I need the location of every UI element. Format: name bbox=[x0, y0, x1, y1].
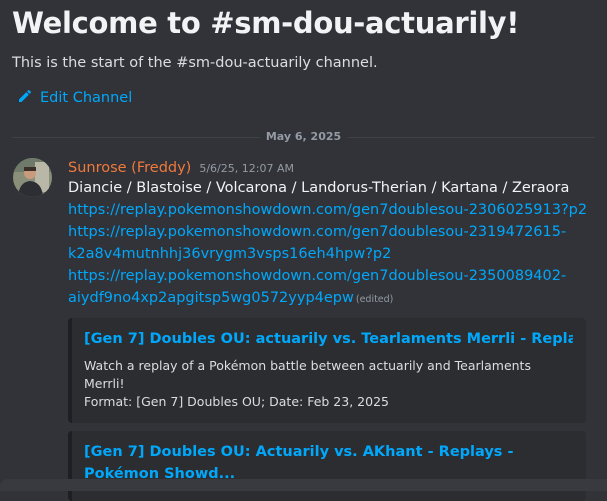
embed-description: Watch a replay of a Pokémon battle betwe… bbox=[84, 357, 573, 411]
replay-link-2-continued[interactable]: k2a8v4mutnhhj36vrygm3vsps16eh4hpw?p2 bbox=[68, 243, 598, 265]
date-divider-label: May 6, 2025 bbox=[259, 130, 348, 143]
replay-link-3[interactable]: https://replay.pokemonshowdown.com/gen7d… bbox=[68, 265, 598, 287]
embed-description-line: Format: [Gen 7] Doubles OU; Date: Feb 23… bbox=[84, 394, 389, 409]
link-embed: [Gen 7] Doubles OU: actuarily vs. Tearla… bbox=[68, 318, 586, 423]
user-avatar[interactable] bbox=[13, 158, 52, 197]
embed-title[interactable]: [Gen 7] Doubles OU: actuarily vs. Tearla… bbox=[84, 328, 573, 350]
embed-description-line: Watch a replay of a Pokémon battle betwe… bbox=[84, 358, 531, 391]
message-content: Diancie / Blastoise / Volcarona / Landor… bbox=[68, 177, 598, 311]
channel-welcome-title: Welcome to #sm-dou-actuarily! bbox=[12, 6, 520, 40]
message-timestamp[interactable]: 5/6/25, 12:07 AM bbox=[199, 162, 294, 175]
channel-welcome-subtitle: This is the start of the #sm-dou-actuari… bbox=[12, 55, 378, 71]
edit-channel-label: Edit Channel bbox=[40, 90, 133, 106]
edit-channel-button[interactable]: Edit Channel bbox=[17, 88, 132, 108]
replay-link-2[interactable]: https://replay.pokemonshowdown.com/gen7d… bbox=[68, 221, 598, 243]
message-team-list: Diancie / Blastoise / Volcarona / Landor… bbox=[68, 180, 570, 196]
message-author[interactable]: Sunrose (Freddy) bbox=[68, 160, 191, 176]
message: Sunrose (Freddy) 5/6/25, 12:07 AM Dianci… bbox=[68, 160, 598, 501]
replay-link-1[interactable]: https://replay.pokemonshowdown.com/gen7d… bbox=[68, 199, 598, 221]
edited-indicator: (edited) bbox=[355, 294, 394, 305]
pencil-icon bbox=[17, 88, 33, 108]
replay-link-3-continued[interactable]: aiydf9no4xp2apgitsp5wg0572yyp4epw bbox=[68, 290, 354, 306]
message-input-bar[interactable] bbox=[0, 479, 607, 491]
